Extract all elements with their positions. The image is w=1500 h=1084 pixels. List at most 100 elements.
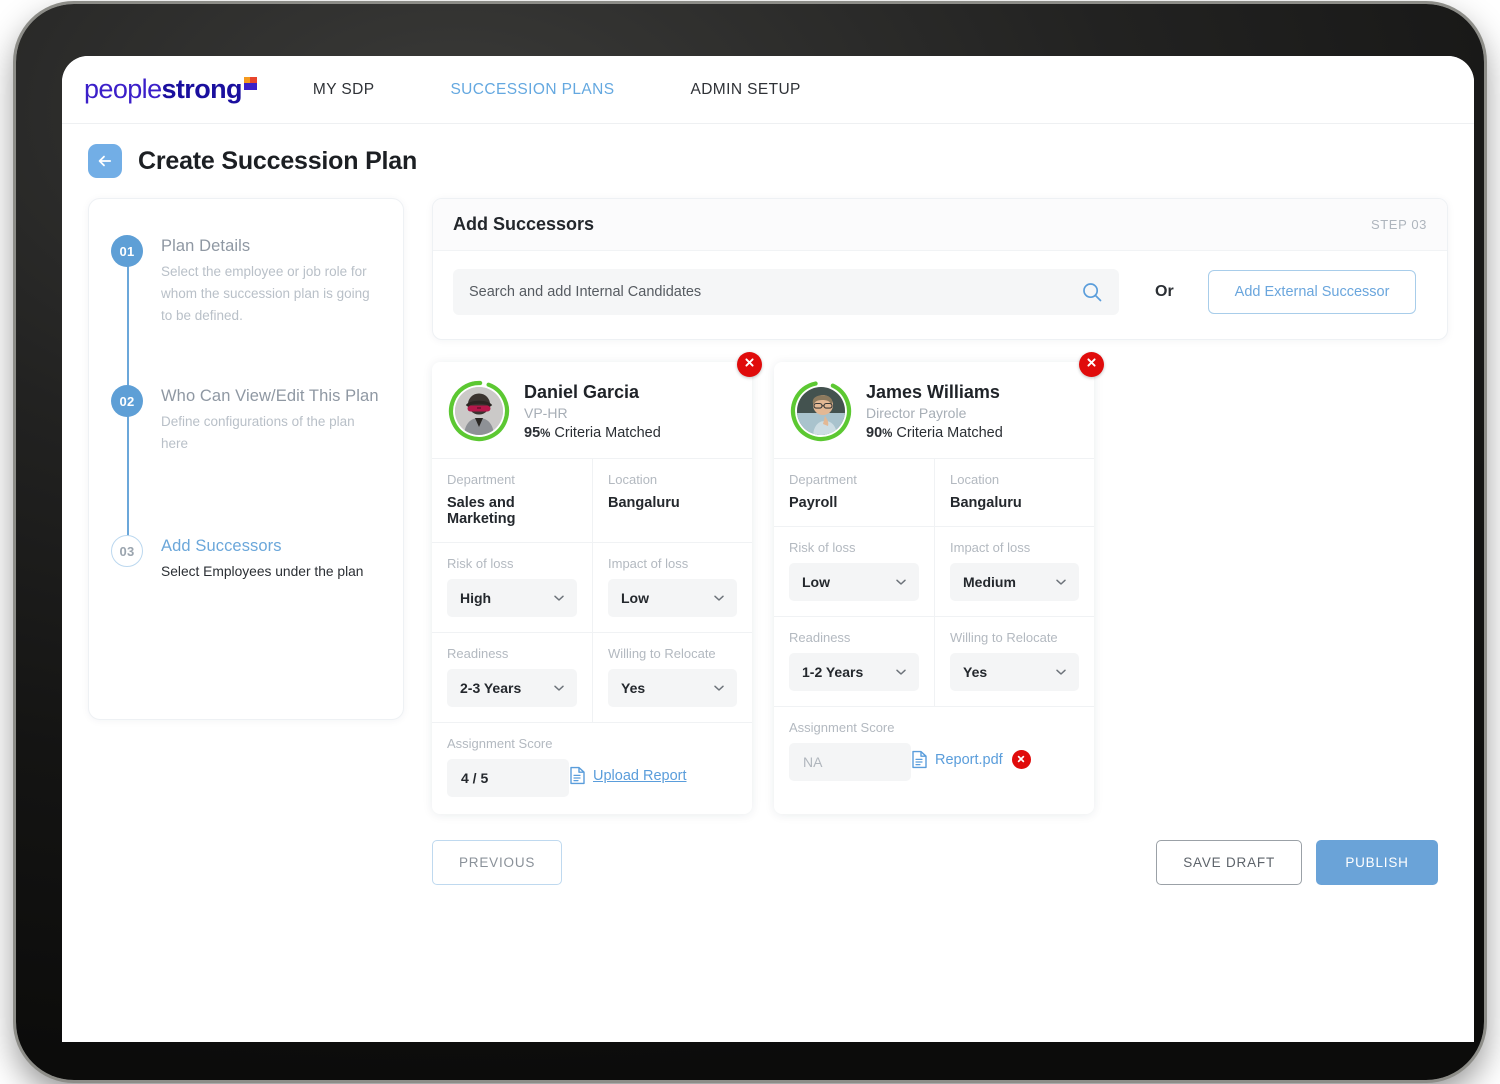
- readiness-select[interactable]: 1-2 Years: [789, 653, 919, 691]
- criteria-match-percent: 90: [866, 425, 883, 442]
- field-willing-to-relocate: Willing to Relocate Yes: [592, 633, 752, 722]
- impact-of-loss-select[interactable]: Low: [608, 579, 737, 617]
- page-header: Create Succession Plan: [62, 124, 1474, 192]
- assignment-score-group: Assignment Score 4 / 5: [447, 736, 569, 797]
- stepper-bullet-3: 03: [111, 535, 143, 567]
- upload-report-link[interactable]: Upload Report: [593, 768, 687, 784]
- chevron-down-icon: [1054, 575, 1068, 589]
- avatar-progress-ring: [790, 380, 852, 442]
- field-label-impact-of-loss: Impact of loss: [608, 556, 689, 571]
- risk-of-loss-select[interactable]: High: [447, 579, 577, 617]
- field-risk-of-loss: Risk of loss High: [432, 543, 592, 632]
- chevron-down-icon: [552, 681, 566, 695]
- chevron-down-icon: [552, 591, 566, 605]
- assignment-score-value[interactable]: 4 / 5: [447, 759, 569, 797]
- close-icon: [743, 356, 756, 374]
- previous-button[interactable]: PREVIOUS: [432, 840, 563, 885]
- stepper-rail-wrap-2: 02: [111, 385, 155, 541]
- nav-item-admin-setup[interactable]: ADMIN SETUP: [680, 75, 810, 105]
- risk-of-loss-value: Low: [802, 574, 830, 590]
- field-value-location: Bangaluru: [950, 495, 1022, 511]
- avatar: [455, 387, 503, 435]
- stepper-rail-wrap-3: 03: [111, 535, 155, 583]
- successor-identity: Daniel Garcia VP-HR 95% Criteria Matched: [524, 381, 661, 442]
- back-button[interactable]: [88, 144, 122, 178]
- field-location: Location Bangaluru: [592, 459, 752, 542]
- impact-of-loss-select[interactable]: Medium: [950, 563, 1079, 601]
- field-risk-of-loss: Risk of loss Low: [774, 527, 934, 616]
- assignment-score-value[interactable]: NA: [789, 743, 911, 781]
- avatar-progress-ring: [448, 380, 510, 442]
- chevron-down-icon: [894, 665, 908, 679]
- search-input[interactable]: [469, 284, 1081, 300]
- field-willing-to-relocate: Willing to Relocate Yes: [934, 617, 1094, 706]
- stepper-rail-wrap-1: 01: [111, 235, 155, 391]
- field-value-location: Bangaluru: [608, 495, 680, 511]
- add-external-successor-button[interactable]: Add External Successor: [1207, 270, 1417, 314]
- criteria-match-percent: 95: [524, 425, 541, 442]
- field-label-assignment-score: Assignment Score: [789, 720, 895, 735]
- stepper-title-1: Plan Details: [161, 237, 251, 255]
- stepper-panel: 01 Plan Details Select the employee or j…: [88, 198, 404, 720]
- add-successors-title: Add Successors: [453, 214, 595, 234]
- successor-card-header: James Williams Director Payrole 90% Crit…: [774, 352, 1104, 459]
- successor-field-row-assignment: Assignment Score NA Report.pdf: [774, 707, 1094, 798]
- field-label-department: Department: [789, 472, 857, 487]
- document-icon: [911, 750, 928, 769]
- report-file-link[interactable]: Report.pdf: [935, 752, 1003, 768]
- field-impact-of-loss: Impact of loss Medium: [934, 527, 1094, 616]
- assignment-score-row: Assignment Score NA Report.pdf: [774, 707, 1046, 798]
- willing-to-relocate-select[interactable]: Yes: [950, 653, 1079, 691]
- main-panel: Add Successors STEP 03 Search and add In…: [432, 198, 1448, 925]
- chevron-down-icon: [894, 575, 908, 589]
- successor-name: James Williams: [866, 381, 1000, 402]
- risk-of-loss-value: High: [460, 590, 492, 606]
- field-location: Location Bangaluru: [934, 459, 1094, 526]
- willing-to-relocate-value: Yes: [621, 680, 646, 696]
- successor-card: Daniel Garcia VP-HR 95% Criteria Matched: [432, 352, 762, 814]
- successor-field-row-risk-impact: Risk of loss Low Impact of loss Medium: [774, 527, 1094, 617]
- stepper-desc-3: Select Employees under the plan: [161, 564, 364, 579]
- page-body: 01 Plan Details Select the employee or j…: [62, 192, 1474, 925]
- field-label-risk-of-loss: Risk of loss: [447, 556, 514, 571]
- form-actions: PREVIOUS SAVE DRAFT PUBLISH: [432, 840, 1448, 925]
- nav-item-succession-plans[interactable]: SUCCESSION PLANS: [440, 75, 624, 105]
- successor-cards-row: Daniel Garcia VP-HR 95% Criteria Matched: [432, 352, 1448, 814]
- stepper-item-who-can-view-edit[interactable]: 02 Who Can View/Edit This Plan Define co…: [111, 385, 381, 541]
- readiness-value: 1-2 Years: [802, 664, 864, 680]
- nav-item-my-sdp[interactable]: MY SDP: [303, 75, 385, 105]
- chevron-down-icon: [712, 591, 726, 605]
- peoplestrong-logo[interactable]: peoplestrong: [84, 76, 257, 103]
- top-navigation-bar: peoplestrong MY SDP SUCCESSION PLANS ADM…: [62, 56, 1474, 124]
- criteria-match-symbol: %: [540, 428, 551, 441]
- field-label-location: Location: [950, 472, 1000, 487]
- save-draft-button[interactable]: SAVE DRAFT: [1156, 840, 1302, 885]
- remove-successor-button[interactable]: [737, 352, 762, 377]
- field-label-readiness: Readiness: [789, 630, 851, 645]
- stepper-desc-1: Select the employee or job role for whom…: [161, 264, 370, 323]
- stepper-body-2: Who Can View/Edit This Plan Define confi…: [155, 385, 379, 535]
- stepper-item-add-successors[interactable]: 03 Add Successors Select Employees under…: [111, 535, 381, 583]
- search-field-wrapper[interactable]: [453, 269, 1119, 315]
- remove-report-button[interactable]: [1011, 750, 1031, 769]
- add-successors-body: Or Add External Successor: [433, 251, 1447, 339]
- report-action-group: Upload Report: [569, 736, 687, 785]
- search-icon[interactable]: [1081, 281, 1103, 303]
- willing-to-relocate-select[interactable]: Yes: [608, 669, 737, 707]
- impact-of-loss-value: Low: [621, 590, 649, 606]
- or-separator-label: Or: [1155, 283, 1174, 300]
- publish-button[interactable]: PUBLISH: [1316, 840, 1438, 885]
- stepper-item-plan-details[interactable]: 01 Plan Details Select the employee or j…: [111, 235, 381, 391]
- field-value-department: Sales and Marketing: [447, 495, 516, 527]
- risk-of-loss-select[interactable]: Low: [789, 563, 919, 601]
- field-label-location: Location: [608, 472, 658, 487]
- readiness-select[interactable]: 2-3 Years: [447, 669, 577, 707]
- chevron-down-icon: [712, 681, 726, 695]
- successor-name: Daniel Garcia: [524, 381, 640, 402]
- close-icon: [1085, 356, 1098, 374]
- stepper-title-3: Add Successors: [161, 537, 282, 555]
- remove-successor-button[interactable]: [1079, 352, 1104, 377]
- successor-field-row-readiness-relocate: Readiness 2-3 Years Willing to Relocate …: [432, 633, 752, 723]
- field-label-readiness: Readiness: [447, 646, 509, 661]
- successor-role: Director Payrole: [866, 405, 967, 422]
